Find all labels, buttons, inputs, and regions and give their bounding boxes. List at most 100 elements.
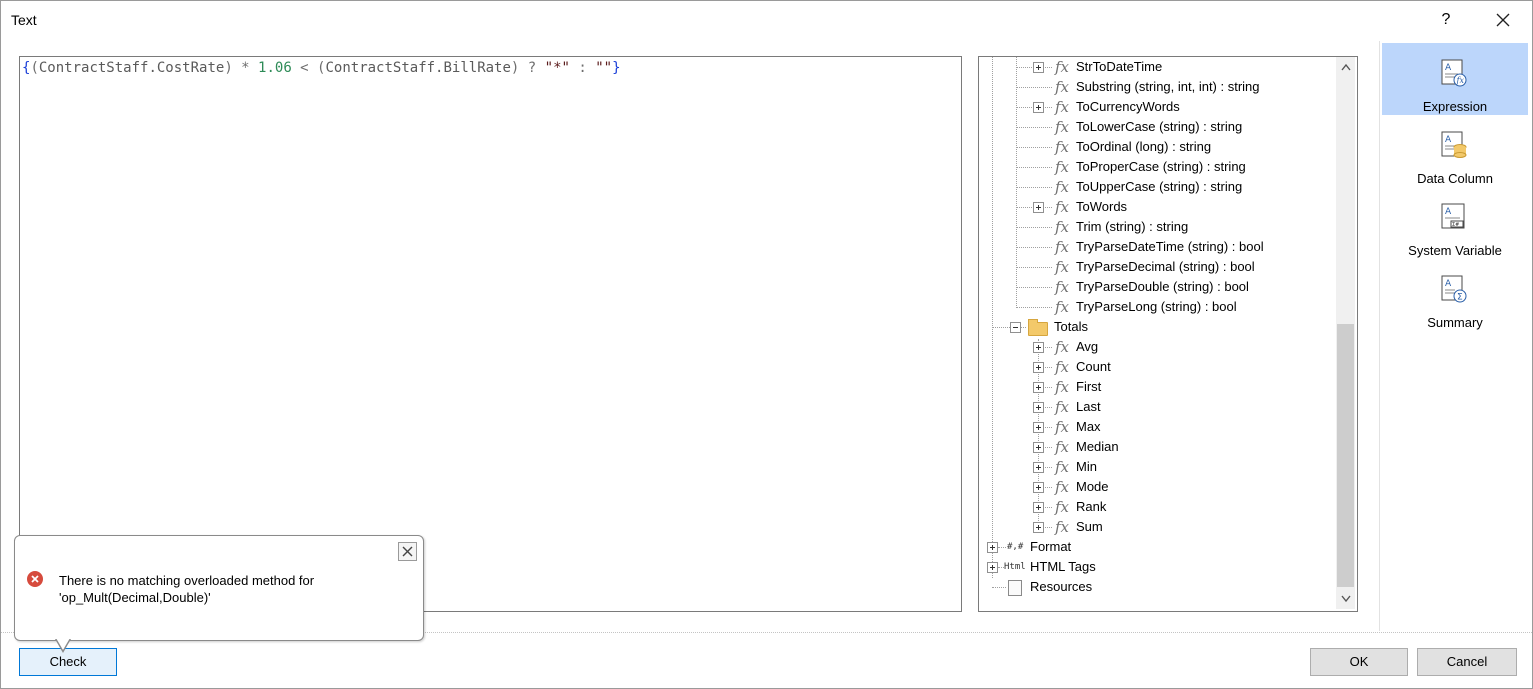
tree-function-item[interactable]: ToCurrencyWords bbox=[1076, 97, 1180, 117]
tooltip-close-button[interactable] bbox=[398, 542, 417, 561]
tree-guide bbox=[1016, 307, 1052, 308]
code-token: ) bbox=[224, 60, 242, 76]
function-icon: fx bbox=[1055, 518, 1070, 536]
expression-editor[interactable]: {(ContractStaff.CostRate) * 1.06 < (Cont… bbox=[19, 56, 962, 612]
tree-total-item[interactable]: Sum bbox=[1076, 517, 1103, 537]
tree-function-item[interactable]: ToWords bbox=[1076, 197, 1127, 217]
expand-icon[interactable] bbox=[1033, 482, 1044, 493]
function-icon: fx bbox=[1055, 418, 1070, 436]
function-icon: fx bbox=[1055, 198, 1070, 216]
scroll-thumb[interactable] bbox=[1337, 324, 1354, 587]
expand-icon[interactable] bbox=[1033, 422, 1044, 433]
tree-folder-totals[interactable]: Totals bbox=[1054, 317, 1088, 337]
system-variable-tab[interactable]: A Σ# System Variable bbox=[1382, 187, 1528, 259]
expand-icon[interactable] bbox=[1033, 382, 1044, 393]
code-token: < bbox=[291, 60, 318, 76]
expand-icon[interactable] bbox=[1033, 442, 1044, 453]
svg-text:A: A bbox=[1445, 135, 1452, 145]
tree-function-item[interactable]: TryParseDouble (string) : bool bbox=[1076, 277, 1249, 297]
tree-guide bbox=[1016, 247, 1052, 248]
function-icon: fx bbox=[1055, 278, 1070, 296]
tree-total-item[interactable]: Avg bbox=[1076, 337, 1098, 357]
function-icon: fx bbox=[1055, 298, 1070, 316]
tree-guide bbox=[1016, 287, 1052, 288]
tree-folder-html-tags[interactable]: HTML Tags bbox=[1030, 557, 1096, 577]
tree-function-item[interactable]: TryParseDateTime (string) : bool bbox=[1076, 237, 1264, 257]
expand-icon[interactable] bbox=[1033, 362, 1044, 373]
function-icon: fx bbox=[1055, 118, 1070, 136]
expand-icon[interactable] bbox=[1033, 202, 1044, 213]
tree-total-item[interactable]: Max bbox=[1076, 417, 1101, 437]
ok-button[interactable]: OK bbox=[1310, 648, 1408, 676]
code-token: } bbox=[612, 60, 621, 76]
tree-folder-resources[interactable]: Resources bbox=[1030, 577, 1092, 597]
expand-icon[interactable] bbox=[1033, 462, 1044, 473]
function-icon: fx bbox=[1055, 438, 1070, 456]
tree-total-item[interactable]: Min bbox=[1076, 457, 1097, 477]
function-icon: fx bbox=[1055, 338, 1070, 356]
function-icon: fx bbox=[1055, 78, 1070, 96]
help-button[interactable]: ? bbox=[1435, 7, 1457, 33]
tree-function-item[interactable]: ToUpperCase (string) : string bbox=[1076, 177, 1242, 197]
code-token: "" bbox=[595, 60, 613, 76]
chevron-up-icon bbox=[1340, 63, 1351, 71]
tree-total-item[interactable]: Rank bbox=[1076, 497, 1106, 517]
tree-guide bbox=[1016, 167, 1052, 168]
expand-icon[interactable] bbox=[1033, 502, 1044, 513]
tree-function-item[interactable]: StrToDateTime bbox=[1076, 57, 1162, 77]
expand-icon[interactable] bbox=[1033, 62, 1044, 73]
expand-icon[interactable] bbox=[1033, 342, 1044, 353]
function-icon: fx bbox=[1055, 478, 1070, 496]
code-token: : bbox=[569, 60, 596, 76]
function-icon: fx bbox=[1055, 158, 1070, 176]
svg-text:A: A bbox=[1445, 279, 1452, 289]
tree-total-item[interactable]: Count bbox=[1076, 357, 1111, 377]
expand-icon[interactable] bbox=[987, 542, 998, 553]
scroll-up-button[interactable] bbox=[1336, 57, 1355, 77]
code-token: ContractStaff.BillRate bbox=[325, 60, 511, 76]
expand-icon[interactable] bbox=[1033, 522, 1044, 533]
expand-icon[interactable] bbox=[987, 562, 998, 573]
tree-function-item[interactable]: ToOrdinal (long) : string bbox=[1076, 137, 1211, 157]
tree-guide bbox=[992, 587, 1006, 588]
expand-icon[interactable] bbox=[1033, 102, 1044, 113]
error-tooltip: There is no matching overloaded method f… bbox=[14, 535, 424, 653]
tree-scrollbar[interactable] bbox=[1336, 57, 1355, 609]
tree-folder-format[interactable]: Format bbox=[1030, 537, 1071, 557]
code-token: ? bbox=[527, 60, 545, 76]
expression-tab[interactable]: A fx Expression bbox=[1382, 43, 1528, 115]
code-token: ContractStaff.CostRate bbox=[38, 60, 225, 76]
error-icon bbox=[27, 571, 43, 587]
title-bar: Text ? bbox=[1, 1, 1532, 39]
cancel-button[interactable]: Cancel bbox=[1417, 648, 1517, 676]
code-token: ) bbox=[510, 60, 528, 76]
expression-icon: A fx bbox=[1441, 59, 1467, 87]
chevron-down-icon bbox=[1340, 595, 1351, 603]
data-column-tab[interactable]: A Data Column bbox=[1382, 115, 1528, 187]
summary-tab[interactable]: A Σ Summary bbox=[1382, 259, 1528, 331]
code-token: 1.06 bbox=[258, 60, 292, 76]
tree-guide bbox=[1016, 227, 1052, 228]
tree-total-item[interactable]: Last bbox=[1076, 397, 1101, 417]
scroll-down-button[interactable] bbox=[1336, 589, 1355, 609]
expand-icon[interactable] bbox=[1033, 402, 1044, 413]
svg-text:A: A bbox=[1445, 207, 1452, 217]
expression-code[interactable]: {(ContractStaff.CostRate) * 1.06 < (Cont… bbox=[22, 60, 621, 76]
tree-total-item[interactable]: First bbox=[1076, 377, 1101, 397]
function-tree[interactable]: fx StrToDateTime fx Substring (string, int,… bbox=[978, 56, 1358, 612]
collapse-icon[interactable] bbox=[1010, 322, 1021, 333]
tree-total-item[interactable]: Mode bbox=[1076, 477, 1109, 497]
tree-function-item[interactable]: ToLowerCase (string) : string bbox=[1076, 117, 1242, 137]
folder-icon bbox=[1028, 319, 1048, 336]
tree-function-item[interactable]: TryParseDecimal (string) : bool bbox=[1076, 257, 1255, 277]
tree-function-item[interactable]: ToProperCase (string) : string bbox=[1076, 157, 1246, 177]
data-column-label: Data Column bbox=[1417, 171, 1493, 186]
tree-total-item[interactable]: Median bbox=[1076, 437, 1119, 457]
dialog-title: Text bbox=[11, 12, 37, 28]
close-button[interactable] bbox=[1491, 8, 1515, 32]
tree-function-item[interactable]: Trim (string) : string bbox=[1076, 217, 1188, 237]
tree-function-item[interactable]: Substring (string, int, int) : string bbox=[1076, 77, 1260, 97]
function-icon: fx bbox=[1055, 358, 1070, 376]
tree-guide bbox=[998, 547, 1006, 548]
tree-function-item[interactable]: TryParseLong (string) : bool bbox=[1076, 297, 1237, 317]
